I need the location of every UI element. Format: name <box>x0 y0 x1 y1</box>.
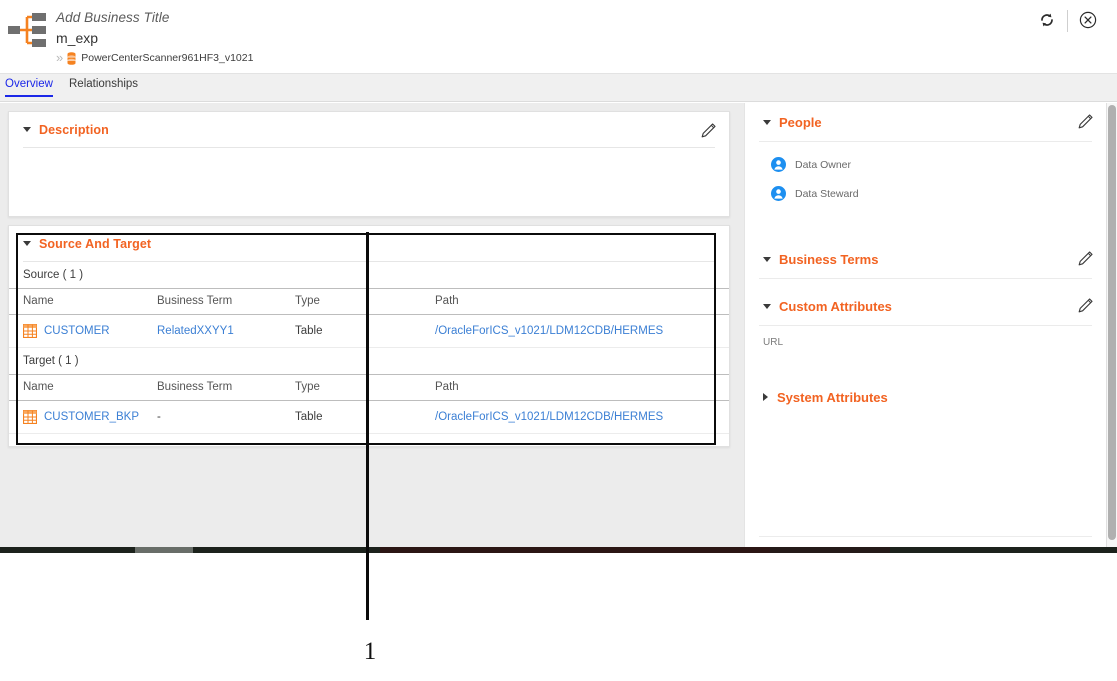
panel-bottom-divider <box>759 536 1092 537</box>
avatar <box>771 157 786 172</box>
system-attributes-header[interactable]: System Attributes <box>745 378 1106 416</box>
target-group-label: Target ( 1 ) <box>23 355 79 367</box>
business-terms-title: Business Terms <box>779 251 879 267</box>
bottom-strip-segment <box>380 547 770 553</box>
table-row[interactable]: CUSTOMER RelatedXXYY1 Table /OracleForIC… <box>9 314 729 348</box>
bottom-chrome-strip <box>0 547 1117 553</box>
table-row[interactable]: CUSTOMER_BKP - Table /OracleForICS_v1021… <box>9 400 729 434</box>
column-header-name[interactable]: Name <box>9 374 157 401</box>
description-card: Description <box>8 111 730 217</box>
chevron-down-icon[interactable] <box>763 119 771 125</box>
chevron-right-icon[interactable] <box>763 393 768 401</box>
person-row-data-owner[interactable]: Data Owner <box>745 150 1106 179</box>
source-business-term-link[interactable]: RelatedXXYY1 <box>157 325 234 337</box>
system-attributes-section: System Attributes <box>745 378 1106 416</box>
cell-name: CUSTOMER_BKP <box>9 400 157 434</box>
table-header-row: Name Business Term Type Path <box>9 288 729 315</box>
column-header-business-term[interactable]: Business Term <box>157 288 295 315</box>
custom-attributes-title: Custom Attributes <box>779 298 892 314</box>
callout-number: 1 <box>363 638 377 665</box>
content-canvas: Description Source And Target Source ( 1… <box>0 103 1117 547</box>
business-terms-section: Business Terms <box>745 240 1106 279</box>
column-header-path[interactable]: Path <box>435 288 729 315</box>
asset-name: m_exp <box>56 30 99 46</box>
business-terms-divider <box>759 278 1092 279</box>
close-button[interactable] <box>1071 7 1105 35</box>
edit-custom-attributes-button[interactable] <box>1076 295 1096 315</box>
description-body[interactable] <box>9 148 729 208</box>
person-role-label: Data Owner <box>795 158 852 171</box>
chevron-down-icon[interactable] <box>23 241 31 246</box>
system-attributes-title: System Attributes <box>777 389 888 405</box>
chevron-down-icon[interactable] <box>763 303 771 309</box>
database-icon <box>67 51 76 65</box>
cell-type: Table <box>295 314 435 348</box>
breadcrumb: » PowerCenterScanner961HF3_v1021 <box>56 51 253 65</box>
cell-name: CUSTOMER <box>9 314 157 348</box>
person-role-label: Data Steward <box>795 187 859 200</box>
callout-leader-line <box>366 232 369 620</box>
source-and-target-card: Source And Target Source ( 1 ) Name Busi… <box>8 225 730 447</box>
business-terms-header: Business Terms <box>745 240 1106 278</box>
chevron-down-icon[interactable] <box>23 127 31 132</box>
person-row-data-steward[interactable]: Data Steward <box>745 179 1106 208</box>
description-header: Description <box>9 112 729 147</box>
bottom-strip-segment <box>135 547 193 553</box>
source-path-link[interactable]: /OracleForICS_v1021/LDM12CDB/HERMES <box>435 325 663 337</box>
breadcrumb-chevron-icon: » <box>56 50 63 65</box>
source-group-label: Source ( 1 ) <box>23 269 84 281</box>
table-header-row: Name Business Term Type Path <box>9 374 729 401</box>
people-header: People <box>745 103 1106 141</box>
column-header-type[interactable]: Type <box>295 374 435 401</box>
chevron-down-icon[interactable] <box>763 256 771 262</box>
cell-business-term: - <box>157 400 295 434</box>
source-table: Name Business Term Type Path CUSTOMER Re… <box>9 288 729 348</box>
refresh-icon <box>1039 12 1055 31</box>
edit-description-button[interactable] <box>699 120 719 140</box>
custom-attribute-label-url: URL <box>763 337 784 348</box>
header-divider <box>1067 10 1068 32</box>
source-and-target-title: Source And Target <box>39 236 152 251</box>
source-name-link[interactable]: CUSTOMER <box>44 325 110 337</box>
breadcrumb-resource-name[interactable]: PowerCenterScanner961HF3_v1021 <box>81 52 253 64</box>
column-header-business-term[interactable]: Business Term <box>157 374 295 401</box>
description-title: Description <box>39 122 109 137</box>
refresh-button[interactable] <box>1030 7 1064 35</box>
scrollbar-thumb[interactable] <box>1108 105 1116 540</box>
table-asset-icon <box>23 324 37 338</box>
target-table: Name Business Term Type Path CUSTOMER_BK… <box>9 374 729 434</box>
mapping-icon <box>8 11 48 49</box>
source-and-target-header: Source And Target <box>9 226 729 261</box>
edit-people-button[interactable] <box>1076 111 1096 131</box>
tab-relationships[interactable]: Relationships <box>69 78 138 95</box>
details-side-panel: People Data Owner Data Steward Business … <box>744 103 1106 547</box>
people-title: People <box>779 114 822 130</box>
table-asset-icon <box>23 410 37 424</box>
target-name-link[interactable]: CUSTOMER_BKP <box>44 411 139 423</box>
title-block: Add Business Title m_exp <box>56 8 170 48</box>
close-icon <box>1079 11 1097 32</box>
asset-header: Add Business Title m_exp » PowerCenterSc… <box>0 0 1117 74</box>
column-header-type[interactable]: Type <box>295 288 435 315</box>
edit-business-terms-button[interactable] <box>1076 248 1096 268</box>
business-title-placeholder[interactable]: Add Business Title <box>56 8 170 27</box>
tab-overview[interactable]: Overview <box>5 78 53 97</box>
target-path-link[interactable]: /OracleForICS_v1021/LDM12CDB/HERMES <box>435 411 663 423</box>
header-actions <box>1030 7 1105 35</box>
cell-path: /OracleForICS_v1021/LDM12CDB/HERMES <box>435 314 729 348</box>
cell-business-term: RelatedXXYY1 <box>157 314 295 348</box>
column-header-path[interactable]: Path <box>435 374 729 401</box>
cell-path: /OracleForICS_v1021/LDM12CDB/HERMES <box>435 400 729 434</box>
people-section: People Data Owner Data Steward <box>745 103 1106 240</box>
custom-attributes-header: Custom Attributes <box>745 287 1106 325</box>
column-header-name[interactable]: Name <box>9 288 157 315</box>
application-window: Add Business Title m_exp » PowerCenterSc… <box>0 0 1117 547</box>
custom-attributes-section: Custom Attributes URL <box>745 287 1106 348</box>
vertical-scrollbar[interactable] <box>1106 103 1117 547</box>
avatar <box>771 186 786 201</box>
tab-bar: Overview Relationships <box>0 74 1117 102</box>
cell-type: Table <box>295 400 435 434</box>
bottom-strip-segment <box>770 547 890 553</box>
